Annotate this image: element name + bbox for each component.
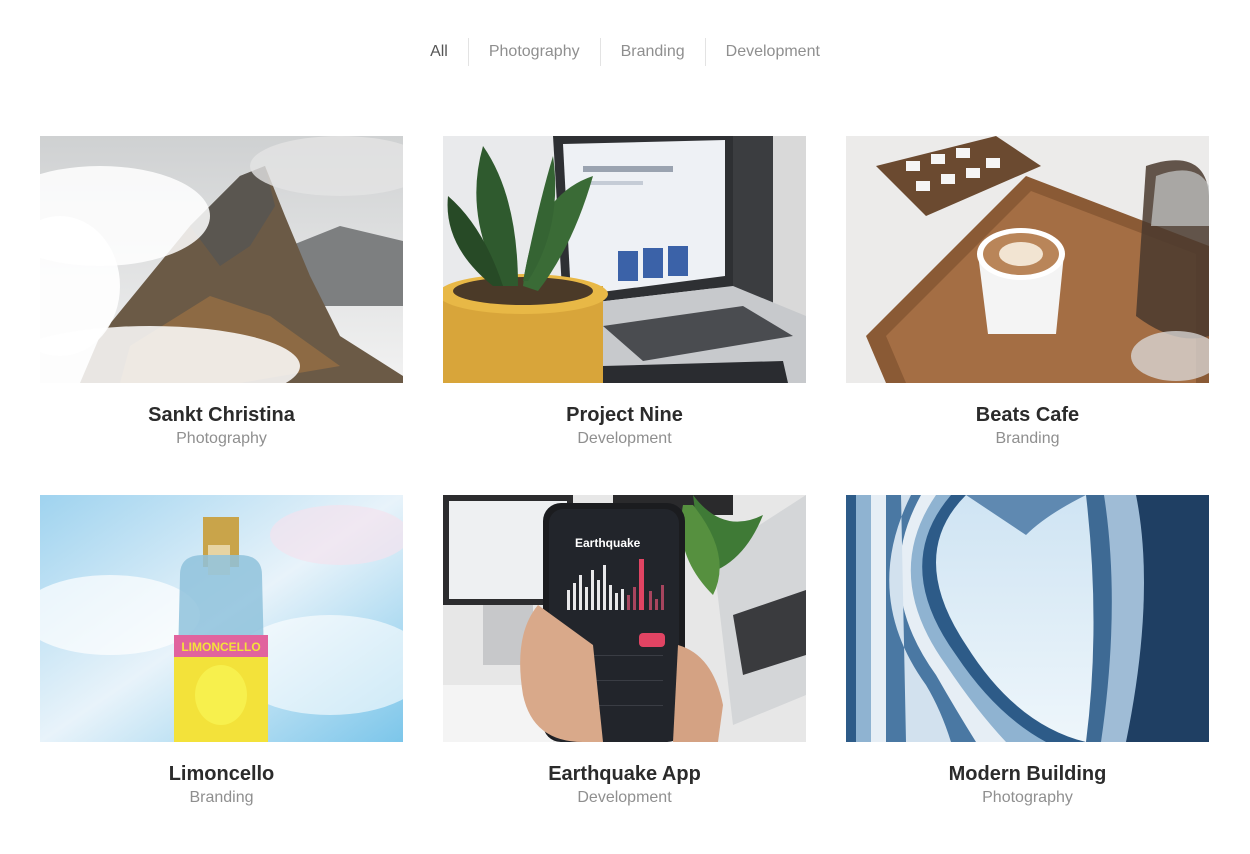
project-title[interactable]: Modern Building — [846, 762, 1209, 786]
project-category: Branding — [995, 430, 1060, 447]
portfolio-item[interactable]: Earthquake Earthquake App Development — [443, 495, 806, 808]
project-title[interactable]: Earthquake App — [443, 762, 806, 786]
portfolio-item[interactable]: Modern Building Photography — [846, 495, 1209, 808]
mountain-photo[interactable] — [40, 136, 403, 383]
project-title[interactable]: Sankt Christina — [40, 403, 403, 427]
bottle-label-text: LIMONCELLO — [181, 640, 260, 654]
project-category: Photography — [176, 430, 267, 447]
portfolio-item[interactable]: Project Nine Development — [443, 136, 806, 449]
portfolio-item[interactable]: Beats Cafe Branding — [846, 136, 1209, 449]
project-category: Development — [577, 430, 672, 447]
app-screen-title: Earthquake — [575, 536, 641, 550]
architecture-photo[interactable] — [846, 495, 1209, 742]
portfolio-item[interactable]: LIMONCELLO Limoncello Branding — [40, 495, 403, 808]
limoncello-bottle-photo[interactable]: LIMONCELLO — [40, 495, 403, 742]
project-category: Development — [577, 789, 672, 806]
project-title[interactable]: Beats Cafe — [846, 403, 1209, 427]
portfolio-grid: Sankt Christina Photography Project Nine… — [0, 0, 1250, 854]
laptop-plant-photo[interactable] — [443, 136, 806, 383]
project-category: Photography — [982, 789, 1073, 806]
project-title[interactable]: Limoncello — [40, 762, 403, 786]
phone-app-photo[interactable]: Earthquake — [443, 495, 806, 742]
portfolio-item[interactable]: Sankt Christina Photography — [40, 136, 403, 449]
project-title[interactable]: Project Nine — [443, 403, 806, 427]
project-category: Branding — [189, 789, 254, 806]
coffee-tray-photo[interactable] — [846, 136, 1209, 383]
